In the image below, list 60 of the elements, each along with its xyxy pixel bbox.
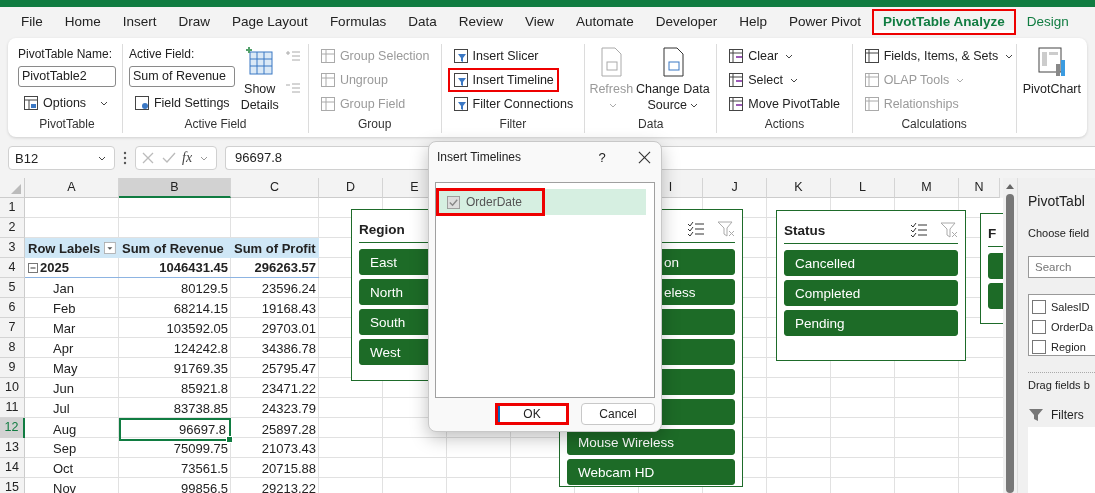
pane-subtitle: Choose field <box>1028 227 1091 239</box>
row-label: Aug <box>52 421 78 439</box>
header-cell: Sum of Profit <box>231 238 319 258</box>
row-label: May <box>52 359 79 378</box>
table-cell-text: 34386.78 <box>260 339 317 358</box>
field-name: SalesID <box>1051 301 1090 313</box>
table-cell-text: 68214.15 <box>172 299 229 318</box>
table-cell-text: 83738.85 <box>172 399 229 418</box>
table-cell-text: 85921.8 <box>180 379 229 398</box>
table-cell-text: 25897.28 <box>260 421 317 439</box>
table-cell-text: 24323.79 <box>260 399 317 418</box>
field-label: Active Field: <box>128 46 196 63</box>
table-cell-text: 23471.22 <box>260 379 317 398</box>
table-cell-text: 91769.35 <box>172 359 229 378</box>
group-label: Filter <box>498 117 528 133</box>
row-label: Jan <box>52 279 75 298</box>
row-label: 2025 <box>40 259 69 277</box>
field-name: OrderDate <box>466 195 523 209</box>
group-label: Calculations <box>900 117 968 133</box>
table-cell-text: 19168.43 <box>260 299 317 318</box>
row-label: Jun <box>52 379 75 398</box>
table-cell-text: 29703.01 <box>260 319 317 338</box>
group-label: Group <box>357 117 393 133</box>
row-label: Apr <box>52 339 75 358</box>
group-label: PivotTable <box>38 117 96 133</box>
table-cell-text: 20715.88 <box>260 459 317 478</box>
table-cell: 1046431.45 <box>119 258 231 278</box>
row-label: Mar <box>52 319 77 338</box>
table-cell-text: 99856.5 <box>180 479 229 493</box>
table-cell-text: 73561.5 <box>180 459 229 478</box>
table-cell-text: 29213.22 <box>260 479 317 493</box>
table-cell: 96697.8 <box>119 418 231 441</box>
pane-title: PivotTabl <box>1028 193 1086 209</box>
table-cell-text: 23596.24 <box>260 279 317 298</box>
table-cell-text: 75099.75 <box>172 439 229 458</box>
slicer-title: Status <box>784 222 826 238</box>
table-cell-text: 25795.47 <box>260 359 317 378</box>
table-cell-text: 21073.43 <box>260 439 317 458</box>
row-label: Nov <box>52 479 78 493</box>
pane-hint: Drag fields b <box>1028 379 1091 391</box>
header-cell: Sum of Revenue <box>119 238 231 258</box>
group-label: Active Field <box>183 117 248 133</box>
column-header-text: Row Labels <box>28 239 101 258</box>
field-name: OrderDa <box>1051 321 1094 333</box>
table-cell-text: 80129.5 <box>180 279 229 298</box>
row-label: Jul <box>52 399 71 418</box>
slicer-title: Region <box>359 221 405 237</box>
area-label: Filters <box>1051 408 1084 422</box>
field-label: PivotTable Name: <box>18 46 114 63</box>
row-label: Feb <box>52 299 77 318</box>
group-label: Data <box>637 117 665 133</box>
dialog-title: Insert Timelines <box>437 150 523 164</box>
row-label: Oct <box>52 459 75 478</box>
table-cell-text: 103592.05 <box>165 319 229 338</box>
field-name: Region <box>1051 341 1086 353</box>
group-label: Actions <box>763 117 806 133</box>
slicer-title: F <box>988 225 997 241</box>
table-cell-text: 124242.8 <box>172 339 229 358</box>
row-label: Sep <box>52 439 78 458</box>
table-cell: 296263.57 <box>231 258 319 278</box>
